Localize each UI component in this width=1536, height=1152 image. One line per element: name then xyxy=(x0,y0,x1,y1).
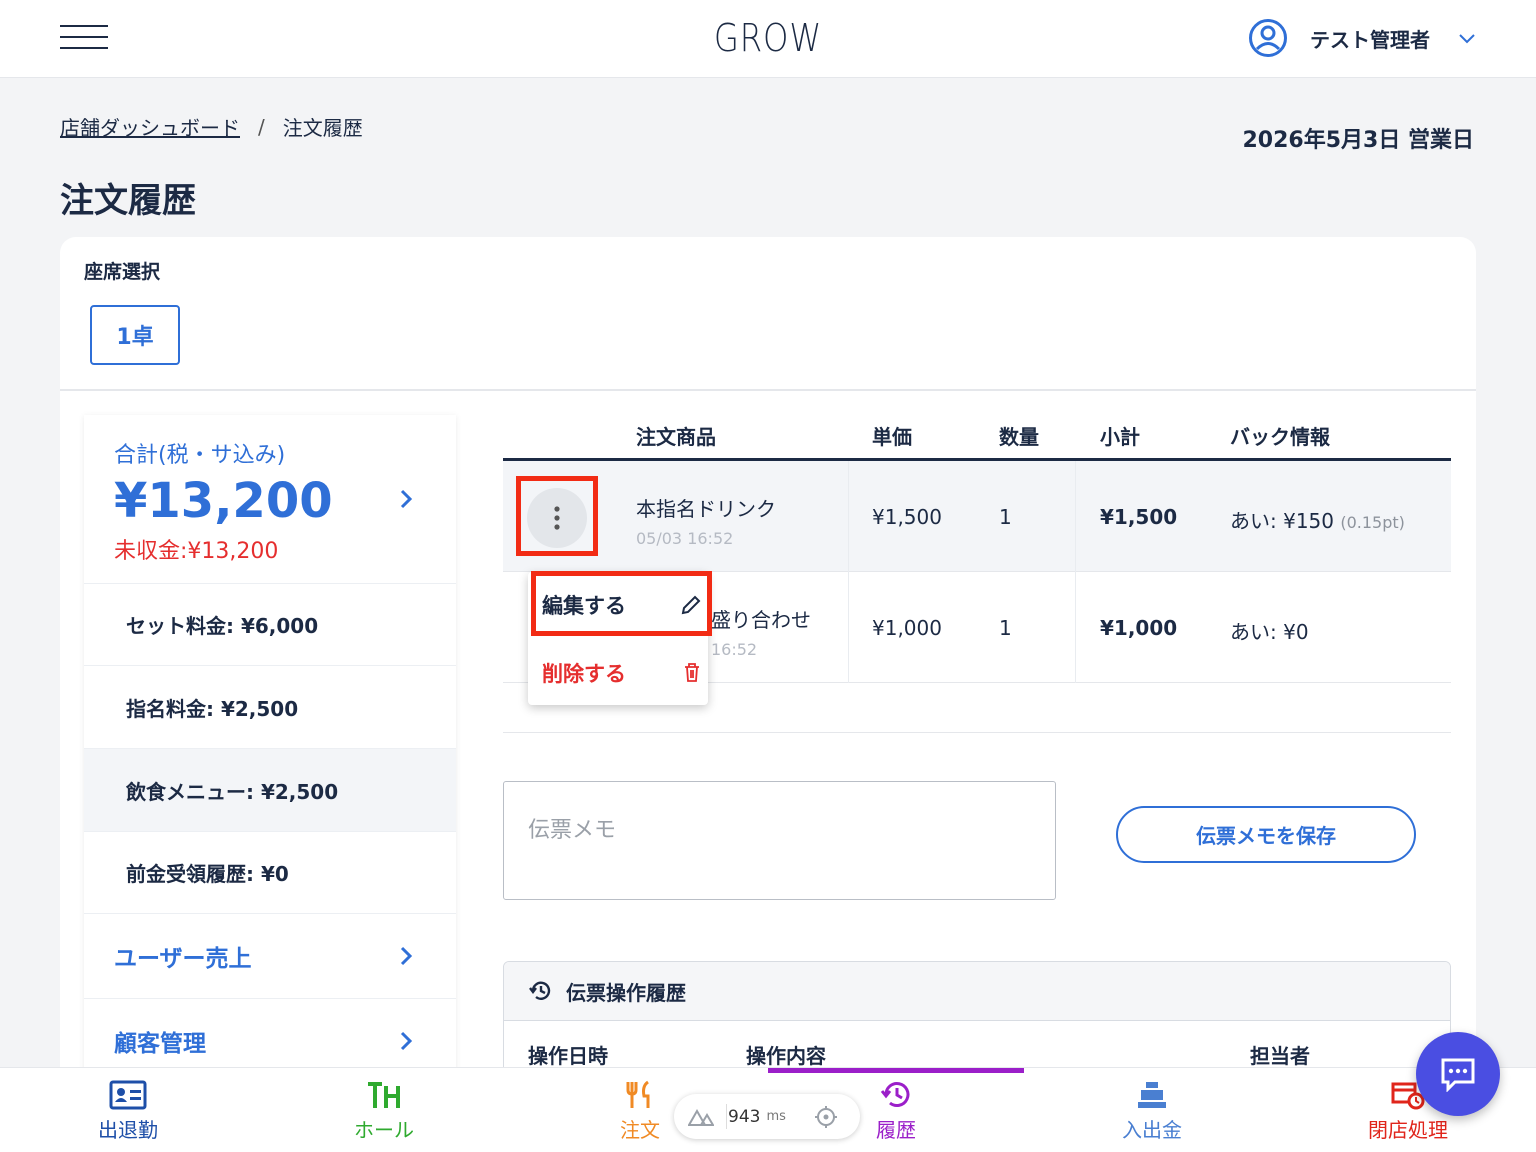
set-fee-row: セット料金: ¥6,000 xyxy=(84,583,456,665)
table-header: 注文商品 単価 数量 小計 バック情報 xyxy=(503,417,1451,461)
brand-logo: GROW xyxy=(713,16,823,60)
item-name: 盛り合わせ xyxy=(711,608,811,632)
food-menu-row: 飲食メニュー: ¥2,500 xyxy=(84,748,456,831)
advance-payment-row: 前金受領履歴: ¥0 xyxy=(84,831,456,913)
fork-knife-icon xyxy=(626,1080,650,1108)
perf-unit: ms xyxy=(766,1109,786,1124)
breadcrumb: 店舗ダッシュボード / 注文履歴 xyxy=(60,112,363,141)
chat-button[interactable] xyxy=(1416,1032,1500,1116)
id-card-icon xyxy=(109,1080,147,1110)
nav-cash[interactable]: 入出金 xyxy=(1024,1080,1280,1143)
nuxt-logo-icon xyxy=(688,1108,714,1126)
col-header-subtotal: 小計 xyxy=(1100,425,1140,449)
chevron-right-icon[interactable] xyxy=(396,487,416,511)
chevron-right-icon xyxy=(400,1031,413,1051)
item-time: 05/03 16:52 xyxy=(636,529,734,548)
operation-history-header: 伝票操作履歴 xyxy=(504,962,1450,1021)
history-icon xyxy=(529,981,551,1000)
unpaid-amount: 未収金:¥13,200 xyxy=(114,539,279,564)
highlight-box xyxy=(516,476,598,556)
col-divider xyxy=(1075,461,1076,572)
delete-label: 削除する xyxy=(542,662,626,686)
back-points: (0.15pt) xyxy=(1340,513,1405,532)
item-back: あい: ¥0 xyxy=(1230,616,1309,645)
nav-attendance[interactable]: 出退勤 xyxy=(0,1080,256,1143)
chevron-down-icon xyxy=(1459,34,1475,44)
crosshair-icon[interactable] xyxy=(814,1105,838,1129)
performance-indicator: 943 ms xyxy=(674,1094,860,1139)
nav-cash-label: 入出金 xyxy=(1122,1118,1182,1142)
active-tab-indicator xyxy=(768,1068,1024,1073)
table-row: 本指名ドリンク 05/03 16:52 ¥1,500 1 ¥1,500 あい: … xyxy=(503,461,1451,572)
total-label: 合計(税・サ込み) xyxy=(114,443,286,468)
slip-memo-input[interactable]: 伝票メモ xyxy=(503,781,1056,900)
item-subtotal: ¥1,500 xyxy=(1100,505,1178,529)
bill-summary-panel: 合計(税・サ込み) ¥13,200 未収金:¥13,200 セット料金: ¥6,… xyxy=(84,415,456,1115)
breadcrumb-separator: / xyxy=(258,114,265,139)
history-icon xyxy=(880,1082,910,1107)
cash-register-icon xyxy=(1138,1082,1166,1108)
item-qty: 1 xyxy=(999,505,1012,529)
back-amount: あい: ¥150 xyxy=(1230,509,1334,533)
item-name: 本指名ドリンク xyxy=(636,497,776,521)
item-qty: 1 xyxy=(999,616,1012,640)
nav-hall[interactable]: ホール xyxy=(256,1080,512,1143)
seat-button-1[interactable]: 1卓 xyxy=(90,305,180,365)
delete-menu-item[interactable]: 削除する xyxy=(542,658,702,688)
col-header-qty: 数量 xyxy=(999,425,1039,449)
operation-history-title: 伝票操作履歴 xyxy=(566,980,686,1005)
col-header-price: 単価 xyxy=(872,425,912,449)
item-back: あい: ¥150 (0.15pt) xyxy=(1230,505,1405,534)
user-sales-label: ユーザー売上 xyxy=(114,946,252,972)
hall-table-icon xyxy=(368,1082,400,1108)
chevron-right-icon xyxy=(400,946,413,966)
page-title: 注文履歴 xyxy=(60,181,196,221)
col-header-back: バック情報 xyxy=(1230,425,1330,449)
item-time: 16:52 xyxy=(711,640,758,659)
seat-select-label: 座席選択 xyxy=(84,261,161,283)
item-price: ¥1,000 xyxy=(872,616,942,640)
order-history-card: 座席選択 1卓 合計(税・サ込み) ¥13,200 未収金:¥13,200 セッ… xyxy=(60,237,1476,1121)
col-header-staff: 担当者 xyxy=(1250,1044,1310,1068)
total-amount: ¥13,200 xyxy=(114,473,333,529)
menu-icon[interactable] xyxy=(60,25,108,51)
nav-attendance-label: 出退勤 xyxy=(98,1118,158,1142)
user-avatar-icon xyxy=(1249,19,1287,57)
back-amount: あい: ¥0 xyxy=(1230,620,1309,644)
perf-value: 943 xyxy=(728,1106,761,1127)
nav-hall-label: ホール xyxy=(354,1118,414,1142)
col-divider xyxy=(848,572,849,683)
nomination-fee-row: 指名料金: ¥2,500 xyxy=(84,665,456,748)
col-header-operation: 操作内容 xyxy=(746,1044,826,1068)
col-divider xyxy=(1075,572,1076,683)
user-menu[interactable]: テスト管理者 xyxy=(1248,18,1476,58)
breadcrumb-current: 注文履歴 xyxy=(282,116,363,140)
save-memo-button[interactable]: 伝票メモを保存 xyxy=(1116,806,1416,863)
col-divider xyxy=(848,461,849,572)
nav-history-label: 履歴 xyxy=(876,1118,916,1142)
user-sales-link[interactable]: ユーザー売上 xyxy=(84,913,456,998)
nav-closing-label: 閉店処理 xyxy=(1368,1118,1448,1142)
breadcrumb-dashboard-link[interactable]: 店舗ダッシュボード xyxy=(60,112,240,141)
nav-order-label: 注文 xyxy=(620,1118,660,1142)
highlight-box xyxy=(531,571,712,636)
app-header: GROW テスト管理者 xyxy=(0,0,1536,78)
customer-management-label: 顧客管理 xyxy=(114,1031,206,1057)
trash-icon xyxy=(685,663,699,682)
chat-icon xyxy=(1441,1058,1475,1092)
business-date: 2026年5月3日 営業日 xyxy=(1242,128,1474,153)
nav-closing[interactable]: 閉店処理 xyxy=(1280,1080,1536,1143)
col-header-item: 注文商品 xyxy=(636,425,716,449)
col-header-datetime: 操作日時 xyxy=(528,1044,608,1068)
item-price: ¥1,500 xyxy=(872,505,942,529)
user-name: テスト管理者 xyxy=(1310,27,1430,52)
item-subtotal: ¥1,000 xyxy=(1100,616,1178,640)
divider xyxy=(726,1104,727,1129)
divider xyxy=(60,389,1476,391)
